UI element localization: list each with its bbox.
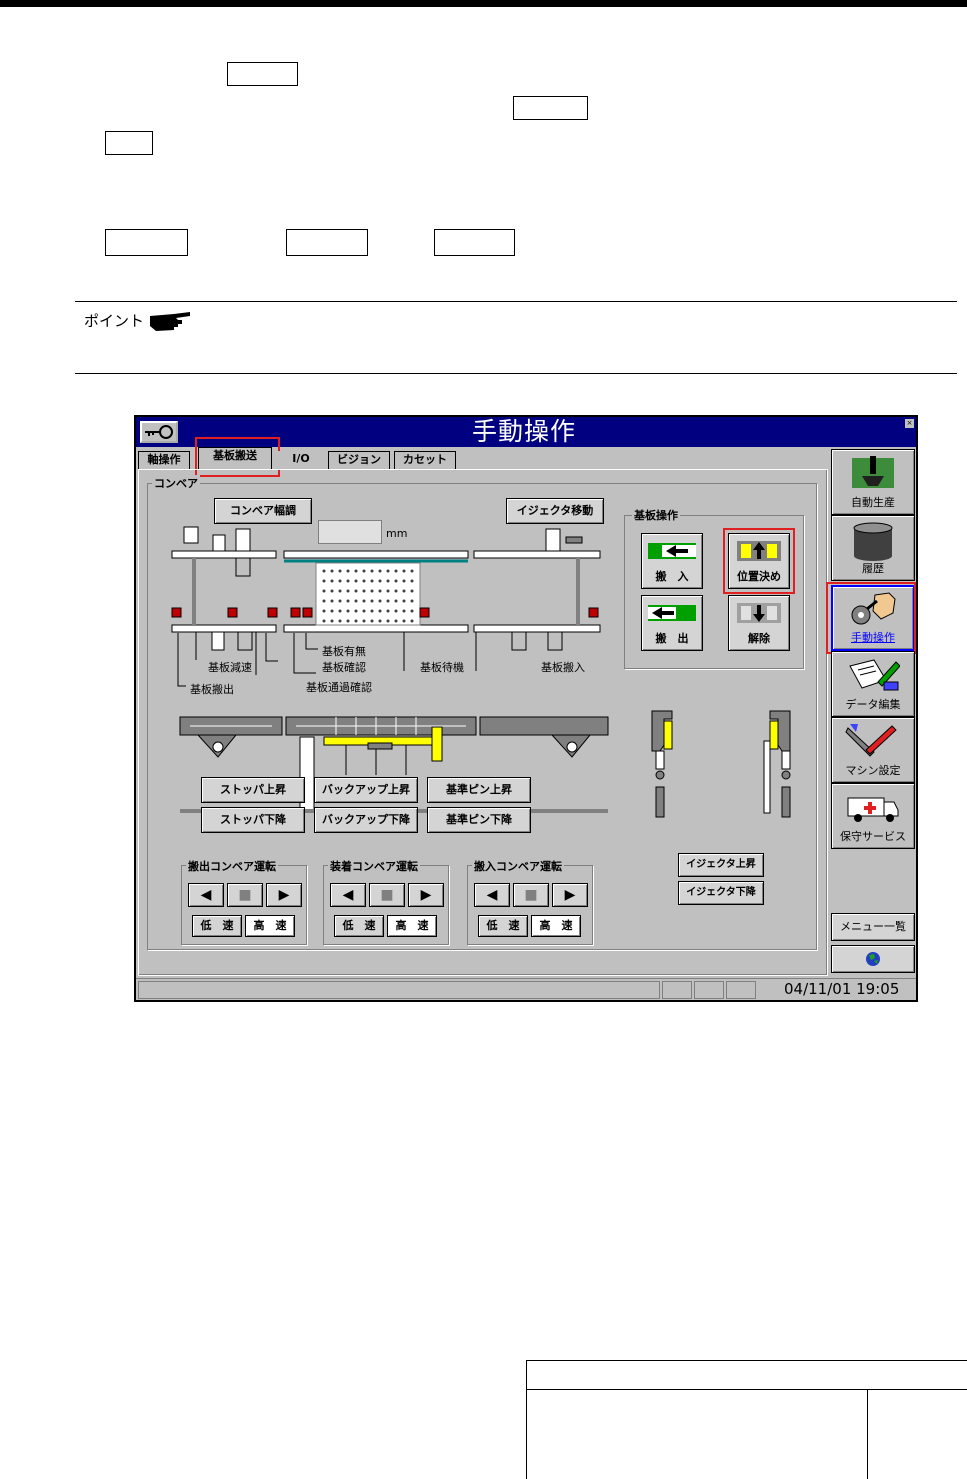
unload-low-speed-button[interactable]: 低 速 xyxy=(192,915,242,937)
ejector-up-button[interactable]: イジェクタ上昇 xyxy=(678,853,764,877)
window-title: 手動操作 xyxy=(472,417,577,446)
point-rule-top xyxy=(75,301,957,302)
tab-cassette[interactable]: カセット xyxy=(394,451,456,469)
stopper-down-button[interactable]: ストッパ下降 xyxy=(201,807,305,833)
placeholder-key-2 xyxy=(513,96,588,120)
mount-conveyor-label: 装着コンベア運転 xyxy=(328,858,420,874)
placeholder-key-1 xyxy=(227,62,298,86)
positioning-highlight-frame xyxy=(723,528,795,594)
board-ops-label: 基板操作 xyxy=(632,507,680,523)
sidebar-item-history[interactable]: 履歴 xyxy=(831,515,915,581)
mount-low-speed-button[interactable]: 低 速 xyxy=(334,915,384,937)
close-icon[interactable]: × xyxy=(905,419,914,428)
label-wait: 基板待機 xyxy=(420,661,464,674)
conveyor-group-label: コンベア xyxy=(152,475,200,491)
carry-out-button[interactable]: 搬 出 xyxy=(641,595,703,651)
carry-in-label: 搬 入 xyxy=(655,570,689,583)
status-cell-2 xyxy=(662,981,692,999)
release-label: 解除 xyxy=(748,632,770,645)
status-cell-4 xyxy=(726,981,756,999)
ejector-drawing xyxy=(651,710,791,818)
carry-in-icon xyxy=(648,543,696,559)
refpin-down-button[interactable]: 基準ピン下降 xyxy=(427,807,531,833)
globe-button[interactable] xyxy=(831,945,915,973)
tab-vision[interactable]: ビジョン xyxy=(328,451,390,469)
load-high-speed-button[interactable]: 高 速 xyxy=(531,915,581,937)
sidebar-label-machine-settings: マシン設定 xyxy=(845,764,901,777)
ambulance-icon xyxy=(847,797,899,822)
placeholder-key-3 xyxy=(105,131,153,155)
backup-up-button[interactable]: バックアップ上昇 xyxy=(314,777,418,803)
tab-io[interactable]: I/O xyxy=(276,451,326,469)
top-rule xyxy=(0,0,967,7)
load-conveyor-label: 搬入コンベア運転 xyxy=(472,858,564,874)
label-board-present: 基板有無 xyxy=(322,645,366,658)
key-button[interactable] xyxy=(140,421,178,443)
placeholder-key-4 xyxy=(105,229,188,256)
sidebar-label-maintenance: 保守サービス xyxy=(840,830,906,843)
globe-icon xyxy=(866,952,880,966)
sidebar-item-auto-production[interactable]: 自動生産 xyxy=(831,449,915,515)
status-cell-1 xyxy=(138,981,660,999)
carry-in-button[interactable]: 搬 入 xyxy=(641,533,703,589)
unload-high-speed-button[interactable]: 高 速 xyxy=(245,915,295,937)
load-reverse-button[interactable]: ◀ xyxy=(474,883,510,907)
status-time: 04/11/01 19:05 xyxy=(784,980,900,998)
release-button[interactable]: 解除 xyxy=(728,595,790,651)
auto-production-icon xyxy=(852,456,894,488)
tools-icon xyxy=(845,724,897,757)
unload-reverse-button[interactable]: ◀ xyxy=(188,883,224,907)
sidebar-label-data-edit: データ編集 xyxy=(845,698,901,711)
key-icon xyxy=(145,425,173,439)
carry-out-icon xyxy=(648,605,696,621)
sidebar-item-maintenance[interactable]: 保守サービス xyxy=(831,783,915,849)
sidebar-highlight-frame xyxy=(826,582,916,654)
sidebar-item-data-edit[interactable]: データ編集 xyxy=(831,651,915,717)
status-cell-3 xyxy=(694,981,724,999)
label-unload: 基板搬出 xyxy=(190,683,234,696)
release-icon xyxy=(737,603,781,623)
unload-conveyor-label: 搬出コンベア運転 xyxy=(186,858,278,874)
unload-stop-button[interactable]: ■ xyxy=(227,883,263,907)
placeholder-key-6 xyxy=(434,229,515,256)
mount-stop-button[interactable]: ■ xyxy=(369,883,405,907)
pointing-hand-icon xyxy=(150,312,190,331)
footer-table-divider xyxy=(867,1389,868,1479)
load-low-speed-button[interactable]: 低 速 xyxy=(478,915,528,937)
ejector-down-button[interactable]: イジェクタ下降 xyxy=(678,881,764,905)
load-forward-button[interactable]: ▶ xyxy=(552,883,588,907)
sidebar-item-machine-settings[interactable]: マシン設定 xyxy=(831,717,915,783)
tab-axis[interactable]: 軸操作 xyxy=(138,451,190,469)
backup-down-button[interactable]: バックアップ下降 xyxy=(314,807,418,833)
label-load: 基板搬入 xyxy=(541,661,585,674)
placeholder-key-5 xyxy=(286,229,368,256)
point-label: ポイント xyxy=(84,313,145,330)
point-rule-bottom xyxy=(75,373,957,374)
label-decel: 基板減速 xyxy=(208,661,252,674)
sidebar-label-history: 履歴 xyxy=(862,562,884,575)
data-edit-icon xyxy=(849,659,900,691)
mount-high-speed-button[interactable]: 高 速 xyxy=(387,915,437,937)
stopper-up-button[interactable]: ストッパ上昇 xyxy=(201,777,305,803)
unload-forward-button[interactable]: ▶ xyxy=(266,883,302,907)
status-bar: 04/11/01 19:05 xyxy=(136,978,916,1000)
carry-out-label: 搬 出 xyxy=(655,632,689,645)
menu-list-button[interactable]: メニュー一覧 xyxy=(831,913,915,941)
footer-table-rule xyxy=(526,1389,967,1390)
refpin-up-button[interactable]: 基準ピン上昇 xyxy=(427,777,531,803)
mount-reverse-button[interactable]: ◀ xyxy=(330,883,366,907)
mount-forward-button[interactable]: ▶ xyxy=(408,883,444,907)
load-stop-button[interactable]: ■ xyxy=(513,883,549,907)
manual-operation-window: 手動操作 × 軸操作 基板搬送 I/O ビジョン カセット コンベア コンベア幅… xyxy=(134,415,918,1002)
database-icon xyxy=(853,522,893,561)
label-pass-check: 基板通過確認 xyxy=(306,681,372,694)
label-board-check: 基板確認 xyxy=(322,661,366,674)
footer-table xyxy=(526,1360,967,1479)
sidebar-label-auto-production: 自動生産 xyxy=(851,496,895,509)
